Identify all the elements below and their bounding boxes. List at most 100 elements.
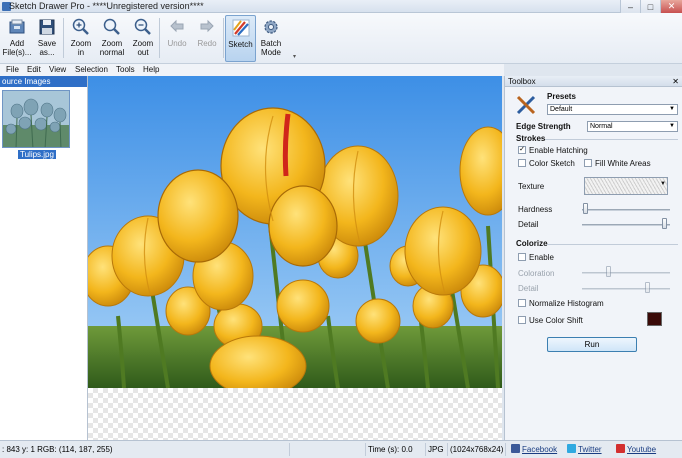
source-images-panel: ource Images Tulips.jpg: [0, 76, 88, 440]
fill-white-areas-checkbox[interactable]: [584, 159, 592, 167]
toolbox-panel: Toolbox ✕ Presets Default ▼ Edge Strengt…: [504, 76, 682, 440]
toolbar-separator: [159, 18, 160, 58]
presets-tools-icon: [516, 95, 536, 115]
image-canvas[interactable]: [88, 76, 502, 440]
group-divider: [547, 244, 678, 245]
colorize-detail-slider-track[interactable]: [582, 288, 670, 290]
maximize-button[interactable]: □: [640, 0, 660, 13]
use-color-shift-label: Use Color Shift: [529, 316, 583, 325]
canvas-transparent-area: [88, 388, 502, 440]
sketch-button[interactable]: Sketch: [225, 15, 256, 62]
colorize-enable-checkbox[interactable]: [518, 253, 526, 261]
enable-hatching-label: Enable Hatching: [529, 146, 588, 155]
minimize-button[interactable]: –: [620, 0, 640, 13]
menu-file[interactable]: File: [6, 65, 19, 74]
zoom-in-button[interactable]: Zoom in: [66, 15, 96, 62]
coloration-label: Coloration: [518, 269, 555, 278]
edge-strength-value: Normal: [590, 123, 613, 130]
undo-icon: [170, 19, 184, 33]
toolbox-close-icon[interactable]: ✕: [672, 76, 679, 87]
toolbar-overflow-chevron-icon[interactable]: ▾: [293, 53, 296, 60]
normalize-histogram-checkbox[interactable]: [518, 299, 526, 307]
presets-value: Default: [550, 106, 573, 113]
run-button[interactable]: Run: [547, 337, 637, 352]
batch-mode-button[interactable]: Batch Mode: [256, 15, 286, 62]
use-color-shift-checkbox[interactable]: [518, 316, 526, 324]
zoom-in-icon: [72, 18, 89, 35]
status-dimensions: (1024x768x24): [448, 443, 506, 456]
detail-slider-thumb[interactable]: [662, 218, 667, 229]
thumbnail-label[interactable]: Tulips.jpg: [18, 150, 56, 159]
zoom-out-button[interactable]: Zoom out: [128, 15, 158, 62]
enable-hatching-checkbox[interactable]: ✓: [518, 146, 526, 154]
window-title: Sketch Drawer Pro - ****Unregistered ver…: [9, 1, 204, 11]
redo-button[interactable]: Redo: [192, 15, 222, 62]
chevron-down-icon[interactable]: ▼: [660, 181, 666, 187]
colorize-detail-slider-thumb[interactable]: [645, 282, 650, 293]
youtube-icon: [616, 444, 625, 453]
texture-label: Texture: [518, 182, 545, 191]
edge-strength-label: Edge Strength: [516, 122, 571, 131]
color-shift-swatch[interactable]: [647, 312, 662, 326]
batch-mode-label-2: Mode: [260, 48, 281, 57]
colorize-heading: Colorize: [516, 239, 548, 248]
hardness-slider-thumb[interactable]: [583, 203, 588, 214]
tulips-photo: [88, 76, 502, 388]
detail-label: Detail: [518, 220, 539, 229]
zoom-normal-label-1: Zoom: [101, 39, 123, 48]
zoom-normal-button[interactable]: Zoom normal: [96, 15, 128, 62]
zoom-out-icon: [134, 18, 151, 35]
undo-button[interactable]: Undo: [162, 15, 192, 62]
colorize-enable-label: Enable: [529, 253, 554, 262]
color-sketch-checkbox[interactable]: [518, 159, 526, 167]
batch-mode-label-1: Batch: [260, 39, 282, 48]
facebook-icon: [511, 444, 520, 453]
color-sketch-label: Color Sketch: [529, 159, 575, 168]
coloration-slider-track[interactable]: [582, 272, 670, 274]
menu-help[interactable]: Help: [143, 65, 159, 74]
status-coords: : 843 y: 1 RGB: (114, 187, 255): [0, 443, 290, 456]
save-as-button[interactable]: Save as...: [32, 15, 62, 62]
thumbnail-image: [3, 91, 69, 147]
gear-icon: [264, 20, 278, 34]
twitter-link[interactable]: Twitter: [567, 443, 602, 456]
texture-select[interactable]: [584, 177, 668, 195]
close-button[interactable]: ✕: [660, 0, 682, 13]
zoom-normal-icon: [103, 18, 120, 35]
zoom-normal-label-2: normal: [99, 48, 125, 57]
toolbar-separator: [63, 18, 64, 58]
toolbar: Add File(s)... Save as... Zoom in Zoom n…: [0, 13, 682, 64]
hardness-slider-track[interactable]: [582, 209, 670, 211]
add-files-label-1: Add: [9, 39, 25, 48]
normalize-histogram-label: Normalize Histogram: [529, 299, 604, 308]
toolbox-title: Toolbox: [505, 76, 682, 87]
menu-view[interactable]: View: [49, 65, 66, 74]
sketch-pencils-icon: [232, 19, 249, 37]
edge-strength-select[interactable]: Normal ▼: [587, 121, 678, 132]
status-bar: : 843 y: 1 RGB: (114, 187, 255) Time (s)…: [0, 440, 682, 458]
chevron-down-icon: ▼: [669, 123, 675, 129]
add-files-button[interactable]: Add File(s)...: [2, 15, 32, 62]
presets-label: Presets: [547, 92, 576, 101]
thumbnail-tulips[interactable]: [2, 90, 70, 148]
coloration-slider-thumb[interactable]: [606, 266, 611, 277]
detail-slider-track[interactable]: [582, 224, 670, 226]
menu-selection[interactable]: Selection: [75, 65, 108, 74]
add-files-icon: [9, 19, 25, 34]
save-as-label-2: as...: [39, 48, 55, 57]
menu-edit[interactable]: Edit: [27, 65, 41, 74]
menu-tools[interactable]: Tools: [116, 65, 135, 74]
youtube-link[interactable]: Youtube: [616, 443, 656, 456]
undo-label: Undo: [167, 39, 187, 48]
twitter-label: Twitter: [578, 445, 602, 454]
status-empty: [290, 443, 366, 456]
facebook-link[interactable]: Facebook: [511, 443, 557, 456]
sketch-label: Sketch: [228, 40, 253, 49]
window-controls: – □ ✕: [620, 0, 682, 13]
redo-label: Redo: [197, 39, 217, 48]
menu-bar: File Edit View Selection Tools Help: [0, 64, 504, 76]
facebook-label: Facebook: [522, 445, 558, 454]
presets-select[interactable]: Default ▼: [547, 104, 678, 115]
add-files-label-2: File(s)...: [2, 48, 32, 57]
toolbar-separator: [223, 18, 224, 58]
